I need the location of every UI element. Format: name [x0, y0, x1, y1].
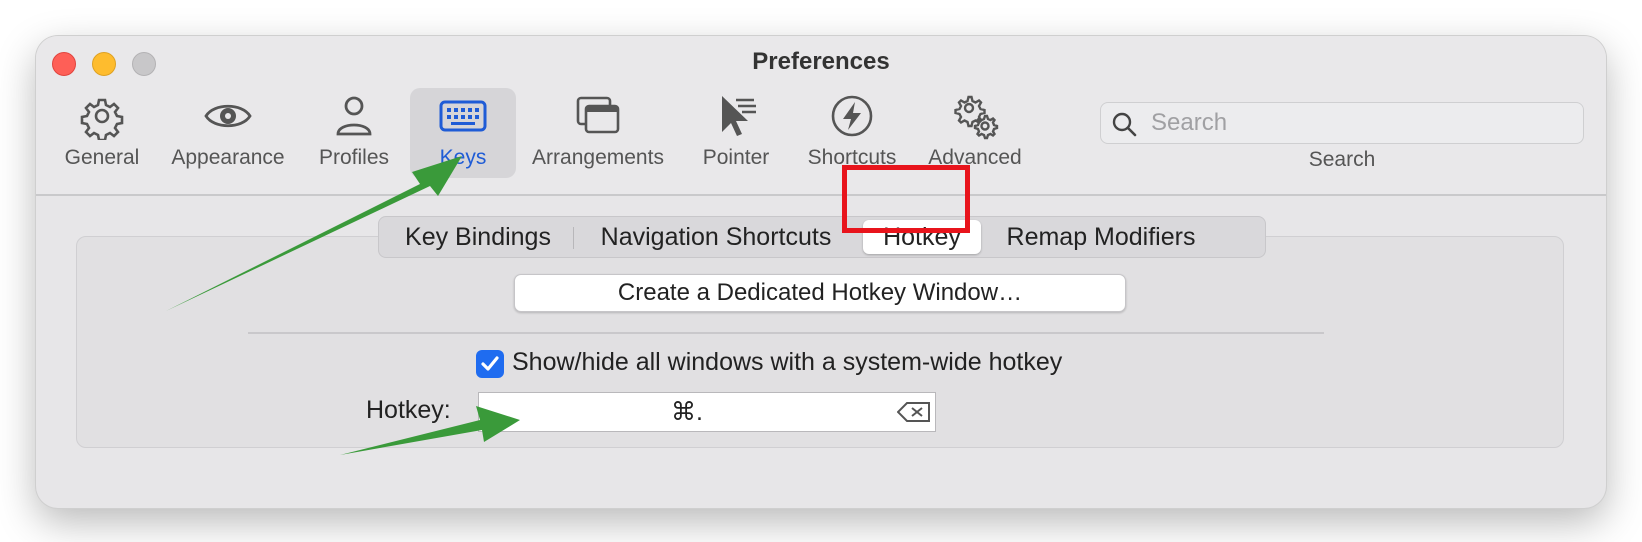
tab-navigation-shortcuts[interactable]: Navigation Shortcuts: [585, 217, 847, 257]
search-icon: [1112, 112, 1137, 137]
search-input[interactable]: [1151, 107, 1571, 139]
tab-remap-modifiers[interactable]: Remap Modifiers: [993, 217, 1209, 257]
window-title: Preferences: [752, 48, 890, 75]
checkmark-icon: [481, 356, 499, 371]
pointer-icon: [722, 96, 756, 136]
toolbar-item-appearance[interactable]: Appearance: [166, 92, 290, 180]
create-hotkey-window-button[interactable]: Create a Dedicated Hotkey Window…: [514, 274, 1126, 312]
toolbar-label-appearance: Appearance: [171, 146, 285, 169]
hotkey-label: Hotkey:: [366, 396, 451, 424]
hotkey-tab-highlight-box: [842, 165, 970, 233]
bolt-icon: [831, 95, 873, 137]
search-label: Search: [1308, 148, 1376, 171]
toolbar: Preferences General Appearance Profiles …: [36, 36, 1606, 196]
toolbar-item-profiles[interactable]: Profiles: [310, 92, 398, 180]
show-hide-checkbox[interactable]: [476, 350, 504, 378]
toolbar-item-arrangements[interactable]: Arrangements: [526, 92, 670, 180]
hotkey-recorder-field[interactable]: ⌘.: [478, 392, 936, 432]
toolbar-label-keys: Keys: [439, 146, 487, 169]
toolbar-item-keys[interactable]: Keys: [410, 88, 516, 178]
toolbar-label-pointer: Pointer: [702, 146, 770, 169]
tab-key-bindings[interactable]: Key Bindings: [393, 217, 563, 257]
toolbar-item-pointer[interactable]: Pointer: [690, 92, 782, 180]
show-hide-checkbox-label[interactable]: Show/hide all windows with a system-wide…: [512, 348, 1062, 377]
toolbar-item-general[interactable]: General: [58, 92, 146, 180]
keys-tab-bar: Key Bindings Navigation Shortcuts Hotkey…: [378, 216, 1266, 258]
toolbar-label-arrangements: Arrangements: [532, 146, 664, 169]
keyboard-icon: [439, 100, 487, 132]
tab-divider: [573, 227, 574, 249]
preferences-window: Preferences General Appearance Profiles …: [36, 36, 1606, 508]
gears-icon: [954, 95, 999, 140]
hotkey-value: ⌘.: [671, 398, 703, 426]
clear-hotkey-icon[interactable]: [897, 401, 931, 423]
toolbar-label-profiles: Profiles: [318, 146, 390, 169]
search-field[interactable]: [1100, 102, 1584, 144]
person-icon: [336, 96, 372, 136]
gear-icon: [80, 98, 124, 140]
separator: [248, 332, 1324, 334]
eye-icon: [204, 104, 252, 128]
windows-icon: [576, 96, 620, 134]
toolbar-label-general: General: [64, 146, 140, 169]
